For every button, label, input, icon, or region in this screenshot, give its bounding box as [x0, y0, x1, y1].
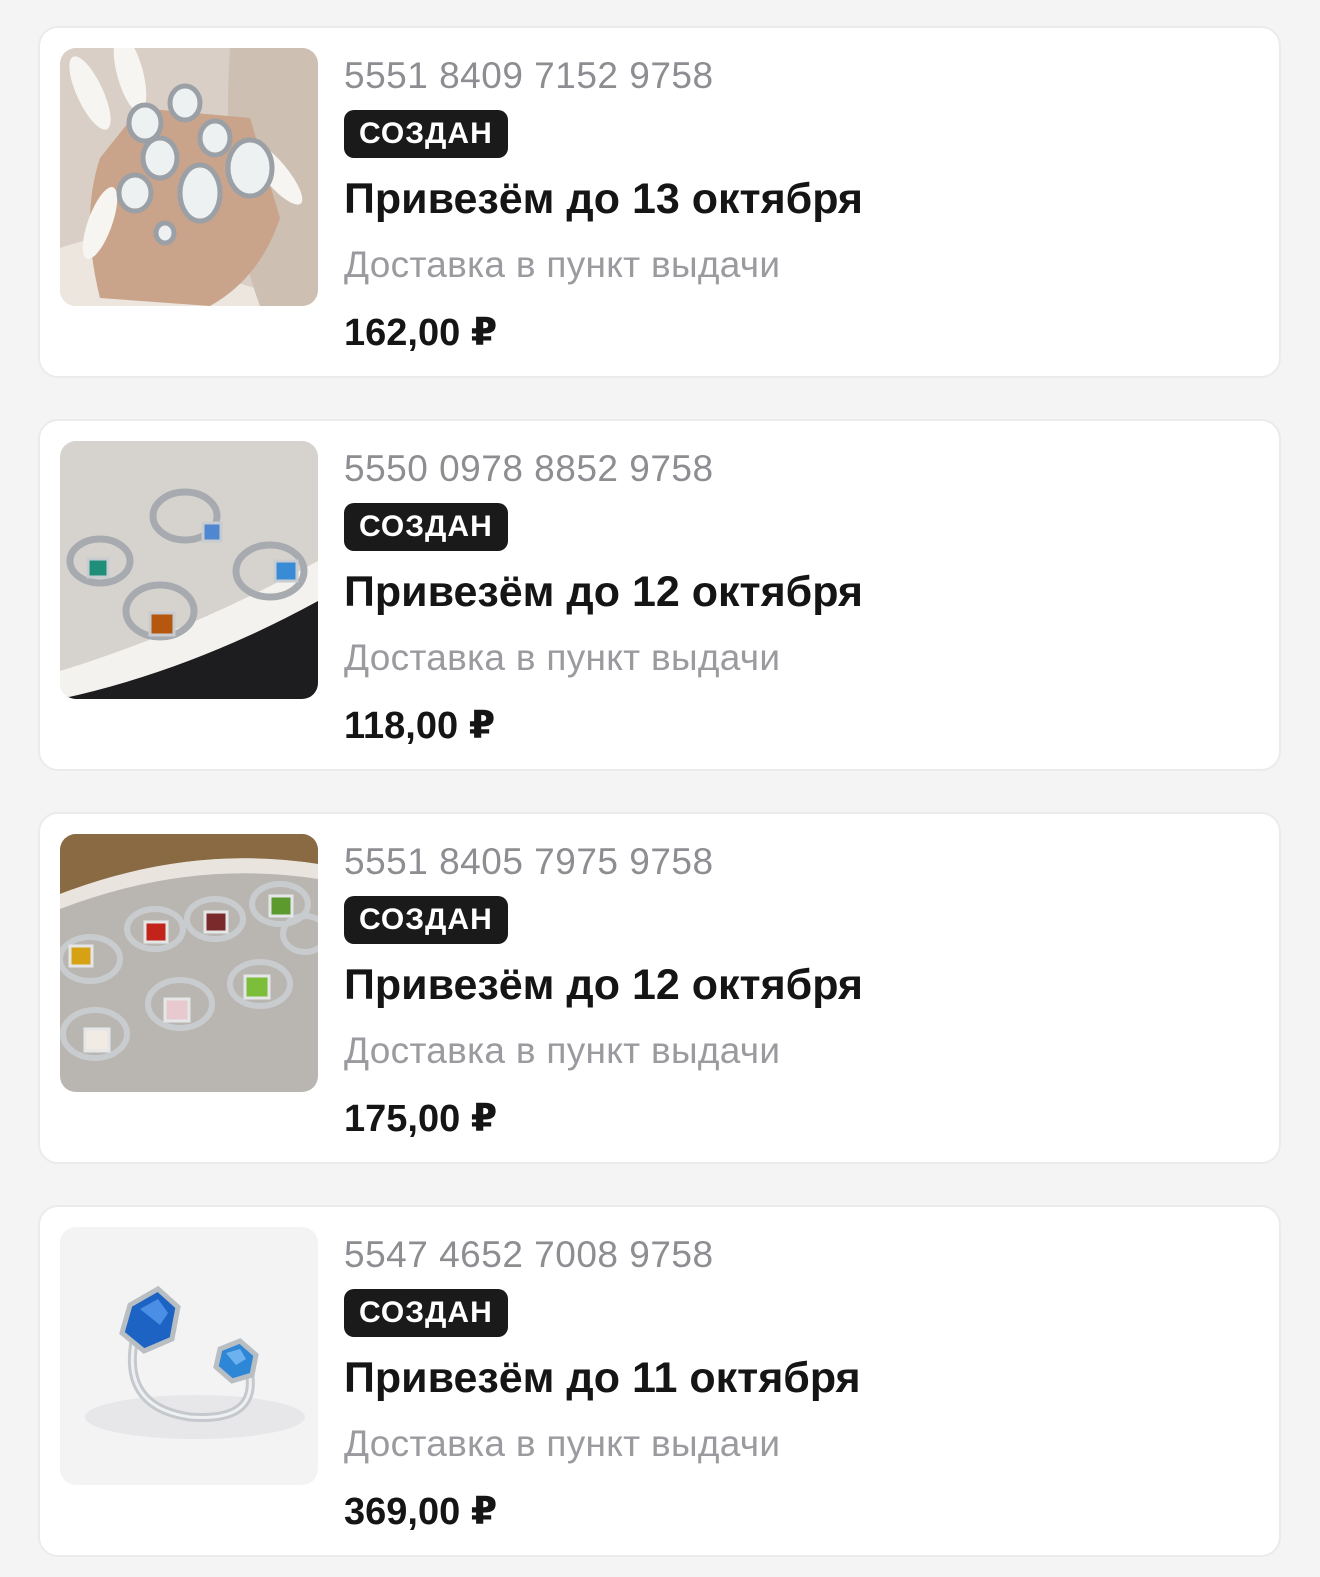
- delivery-date: Привезём до 12 октября: [344, 568, 864, 616]
- product-image: [60, 48, 318, 306]
- order-price: 118,00 ₽: [344, 705, 496, 747]
- order-price: 175,00 ₽: [344, 1098, 498, 1140]
- order-card[interactable]: 5550 0978 8852 9758 СОЗДАН Привезём до 1…: [38, 419, 1281, 771]
- delivery-date: Привезём до 11 октября: [344, 1354, 861, 1402]
- order-price: 369,00 ₽: [344, 1491, 498, 1533]
- order-number: 5551 8405 7975 9758: [344, 841, 714, 882]
- product-image: [60, 441, 318, 699]
- order-price: 162,00 ₽: [344, 312, 498, 354]
- order-number: 5550 0978 8852 9758: [344, 448, 714, 489]
- status-badge: СОЗДАН: [344, 896, 508, 944]
- delivery-date: Привезём до 12 октября: [344, 961, 864, 1009]
- order-card[interactable]: 5551 8409 7152 9758 СОЗДАН Привезём до 1…: [38, 26, 1281, 378]
- product-image: [60, 1227, 318, 1485]
- order-number: 5551 8409 7152 9758: [344, 55, 714, 96]
- status-badge: СОЗДАН: [344, 1289, 508, 1337]
- delivery-method: Доставка в пункт выдачи: [344, 1423, 781, 1464]
- delivery-method: Доставка в пункт выдачи: [344, 244, 781, 285]
- delivery-method: Доставка в пункт выдачи: [344, 1030, 781, 1071]
- status-badge: СОЗДАН: [344, 503, 508, 551]
- delivery-method: Доставка в пункт выдачи: [344, 637, 781, 678]
- order-card[interactable]: 5547 4652 7008 9758 СОЗДАН Привезём до 1…: [38, 1205, 1281, 1557]
- delivery-date: Привезём до 13 октября: [344, 175, 864, 223]
- status-badge: СОЗДАН: [344, 110, 508, 158]
- order-list: 5551 8409 7152 9758 СОЗДАН Привезём до 1…: [0, 0, 1320, 1577]
- order-number: 5547 4652 7008 9758: [344, 1234, 714, 1275]
- order-card[interactable]: 5551 8405 7975 9758 СОЗДАН Привезём до 1…: [38, 812, 1281, 1164]
- product-image: [60, 834, 318, 1092]
